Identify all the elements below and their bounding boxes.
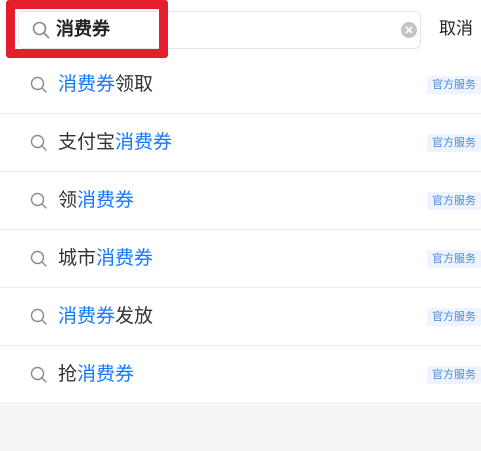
suggestion-label: 消费券领取 (58, 72, 153, 96)
suggestion-item[interactable]: 支付宝消费券 官方服务 (0, 114, 481, 172)
official-service-badge: 官方服务 (427, 134, 481, 152)
official-service-badge: 官方服务 (427, 250, 481, 268)
suggestion-label: 城市消费券 (58, 246, 153, 270)
suggestion-label: 领消费券 (58, 188, 134, 212)
search-icon (30, 308, 47, 325)
highlighted-keyword: 消费券 (58, 305, 116, 327)
highlighted-keyword: 消费券 (58, 73, 116, 95)
search-bar: 消费券 取消 (0, 0, 481, 60)
official-service-badge: 官方服务 (427, 76, 481, 94)
search-icon (30, 366, 47, 383)
suggestion-text: 发放 (115, 305, 154, 327)
suggestion-text: 领取 (115, 73, 154, 95)
official-service-badge: 官方服务 (427, 192, 481, 210)
suggestion-label: 支付宝消费券 (58, 130, 172, 154)
suggestion-text: 支付宝 (58, 131, 116, 153)
suggestion-item[interactable]: 领消费券 官方服务 (0, 172, 481, 230)
suggestion-text: 领 (58, 189, 78, 211)
suggestion-text: 城市 (58, 247, 97, 269)
suggestion-label: 抢消费券 (58, 362, 134, 386)
highlighted-keyword: 消费券 (115, 131, 173, 153)
search-icon (30, 76, 47, 93)
suggestion-item[interactable]: 城市消费券 官方服务 (0, 230, 481, 288)
search-icon (30, 250, 47, 267)
annotation-highlight-frame (6, 0, 168, 58)
suggestion-item[interactable]: 消费券发放 官方服务 (0, 288, 481, 346)
suggestion-label: 消费券发放 (58, 304, 153, 328)
clear-icon[interactable] (400, 21, 418, 39)
official-service-badge: 官方服务 (427, 308, 481, 326)
highlighted-keyword: 消费券 (96, 247, 154, 269)
highlighted-keyword: 消费券 (77, 363, 135, 385)
highlighted-keyword: 消费券 (77, 189, 135, 211)
official-service-badge: 官方服务 (427, 366, 481, 384)
suggestion-item[interactable]: 消费券领取 官方服务 (0, 56, 481, 114)
suggestion-text: 抢 (58, 363, 78, 385)
suggestion-item[interactable]: 抢消费券 官方服务 (0, 346, 481, 404)
empty-area (0, 405, 481, 451)
search-icon (30, 192, 47, 209)
suggestion-list: 消费券领取 官方服务 支付宝消费券 官方服务 领消费券 官方服务 城市消费券 官方服务 消费券发… (0, 56, 481, 404)
search-icon (30, 134, 47, 151)
cancel-button[interactable]: 取消 (439, 18, 473, 40)
